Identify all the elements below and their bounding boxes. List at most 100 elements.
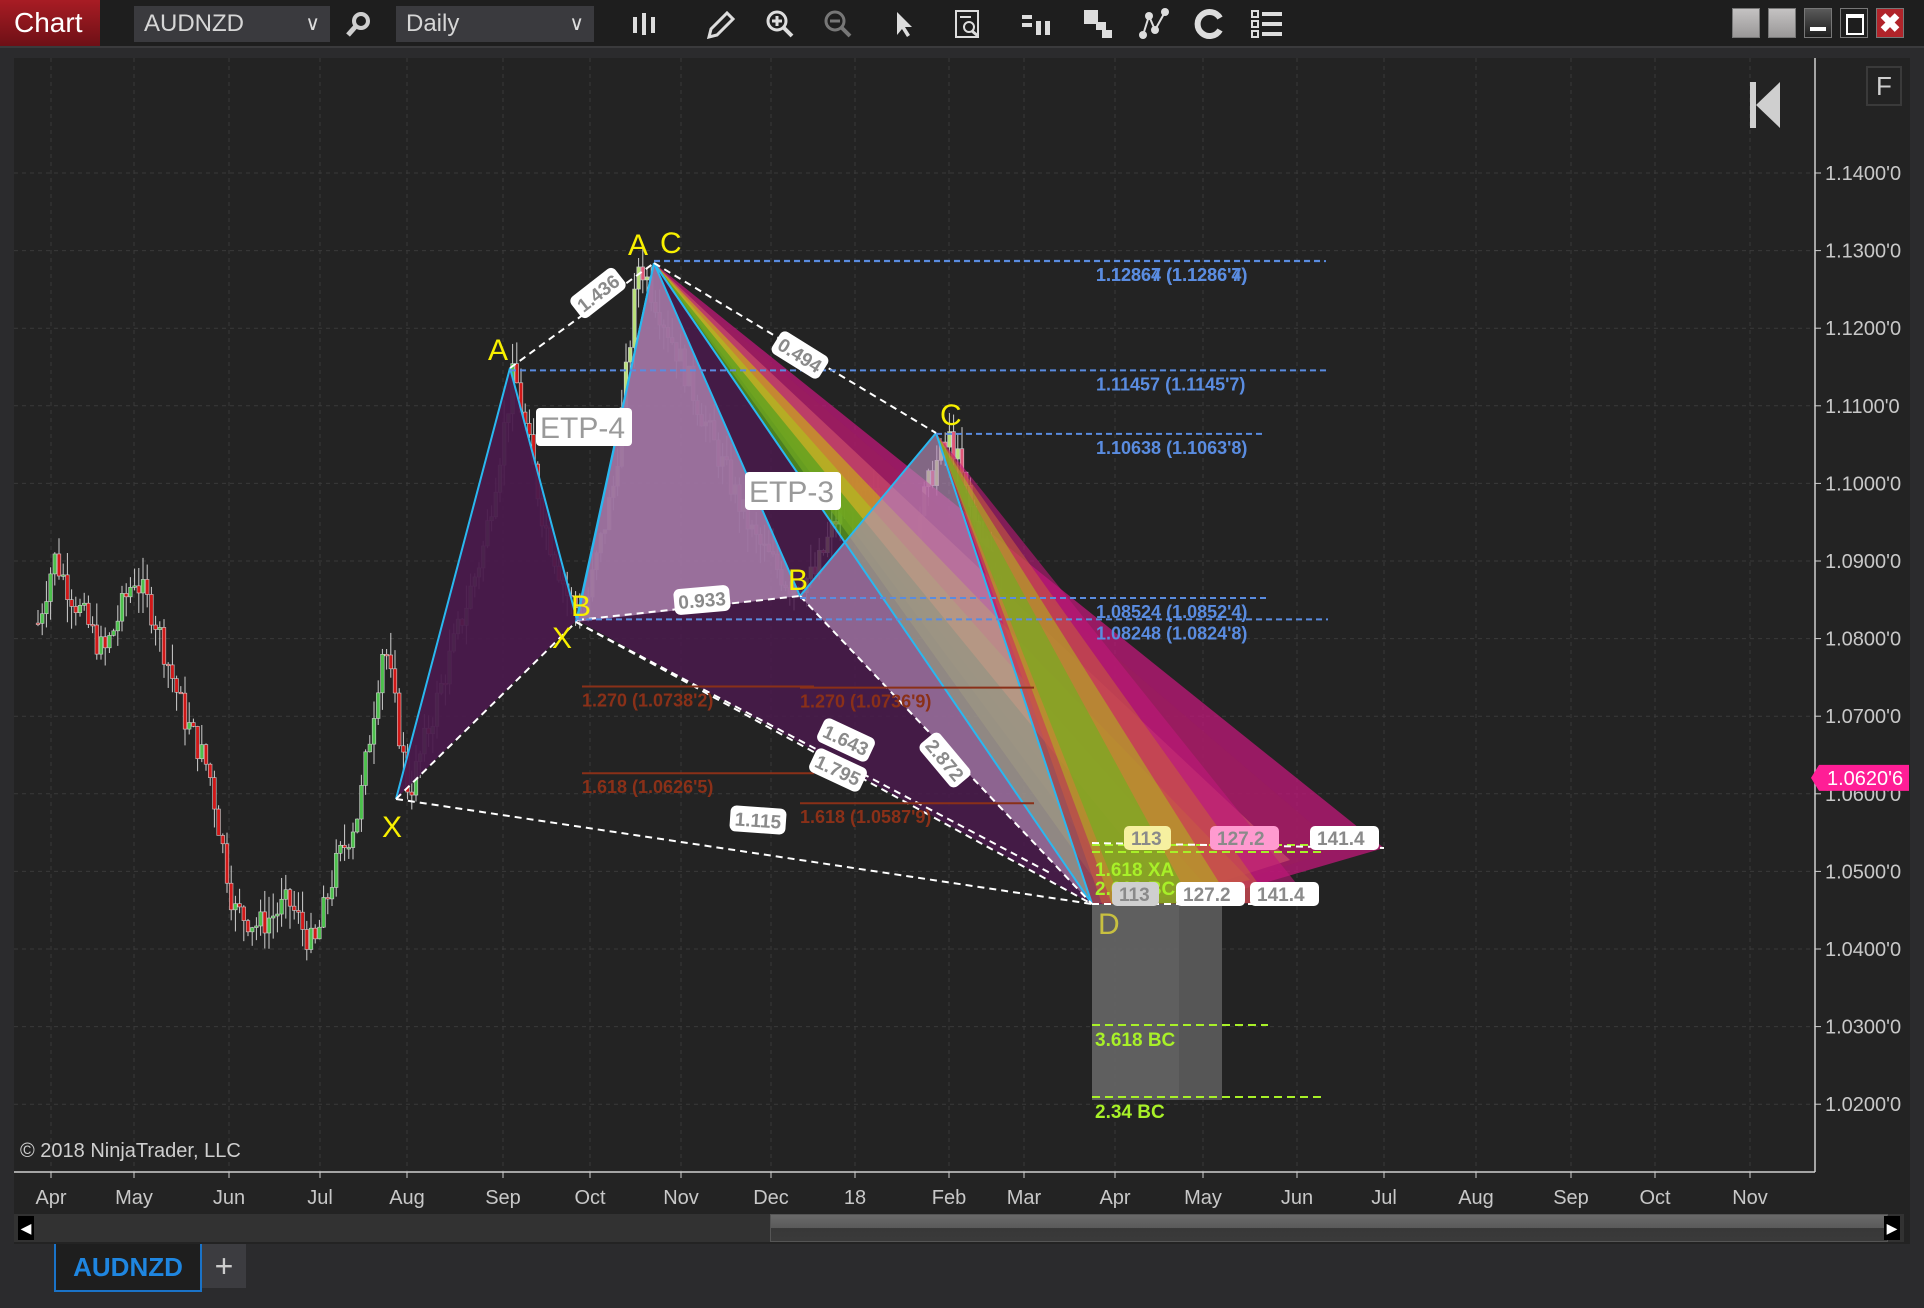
- close-button[interactable]: ✖: [1876, 8, 1904, 38]
- pattern-point-label-c: C: [940, 399, 962, 432]
- add-tab-button[interactable]: +: [202, 1244, 246, 1288]
- candle-body: [212, 777, 217, 810]
- tile-window-button[interactable]: [1768, 8, 1796, 38]
- candle-body: [94, 624, 99, 655]
- candle-body: [955, 448, 960, 460]
- time-tick-label: Apr: [1099, 1187, 1130, 1209]
- maximize-button[interactable]: [1840, 8, 1868, 38]
- candle-body: [145, 579, 150, 595]
- zoom-in-icon[interactable]: [764, 8, 796, 40]
- flag-button[interactable]: F: [1866, 66, 1902, 106]
- interval-selector[interactable]: Daily ∨: [396, 6, 594, 42]
- refresh-icon[interactable]: [1194, 8, 1226, 40]
- price-tick-label: 1.0900'0: [1825, 551, 1901, 573]
- tile-window-button[interactable]: [1732, 8, 1760, 38]
- candle-body: [119, 593, 125, 622]
- candle-body: [250, 927, 255, 933]
- candle-body: [44, 601, 49, 615]
- chart-panel[interactable]: 1.12864 (1.1286'4) 1.12867 (1.1286'7) 1.11…: [14, 58, 1910, 1248]
- price-tick-label: 1.1400'0: [1825, 163, 1901, 185]
- candle-body: [178, 691, 183, 695]
- maximize-icon: [1846, 14, 1864, 35]
- price-tick-label: 1.0400'0: [1825, 939, 1901, 961]
- scrollbar-thumb[interactable]: [770, 1214, 1888, 1242]
- tab-label: AUDNZD: [73, 1252, 183, 1282]
- candle-body: [254, 925, 259, 928]
- candle-body: [271, 915, 276, 919]
- minimize-button[interactable]: [1804, 8, 1832, 38]
- indicators-icon[interactable]: [1138, 8, 1170, 40]
- candle-body: [191, 722, 196, 727]
- draw-pencil-icon[interactable]: [704, 8, 736, 40]
- scroll-left-button[interactable]: ◀: [18, 1216, 34, 1240]
- candle-body: [65, 574, 70, 600]
- candle-body: [98, 636, 104, 655]
- fib-level-label: 1.12867 (1.1286'7): [1096, 265, 1247, 285]
- pointer-icon[interactable]: [888, 8, 920, 40]
- scroll-left-icon: ◀: [20, 1220, 32, 1236]
- candle-body: [367, 743, 372, 753]
- fib-level-label-brown: 1.270 (1.0736'9): [800, 692, 931, 712]
- candle-body: [90, 624, 95, 627]
- fib-level-label: 1.08248 (1.0824'8): [1096, 623, 1247, 643]
- toolbar: Chart AUDNZD ∨ Daily ∨ ✖: [0, 0, 1924, 48]
- candle-body: [187, 722, 192, 730]
- candle-body: [233, 903, 238, 911]
- candle-body: [195, 726, 200, 760]
- candle-body: [371, 718, 377, 745]
- candle-body: [203, 744, 209, 765]
- target-zone-box: [1179, 904, 1222, 1100]
- candle-body: [86, 602, 91, 625]
- fib-level-label: 1.10638 (1.1063'8): [1096, 438, 1247, 458]
- candle-body: [107, 635, 112, 649]
- candle-body: [220, 835, 225, 845]
- candle-body: [401, 745, 406, 753]
- time-tick-label: Dec: [753, 1187, 789, 1209]
- plus-icon: +: [214, 1248, 234, 1284]
- candle-body: [170, 664, 175, 679]
- candle-body: [258, 911, 263, 927]
- instrument-selector[interactable]: AUDNZD ∨: [134, 6, 330, 42]
- candle-body: [73, 606, 78, 614]
- price-tick-label: 1.1200'0: [1825, 318, 1901, 340]
- candle-body: [82, 602, 87, 606]
- target-level-label: 1.618 XA: [1095, 860, 1174, 881]
- scroll-to-start-icon[interactable]: [1750, 82, 1780, 128]
- time-tick-label: Jul: [307, 1187, 333, 1209]
- time-tick-label: Aug: [389, 1187, 425, 1209]
- candle-body: [111, 630, 116, 636]
- zoom-out-icon[interactable]: [822, 8, 854, 40]
- time-tick-label: Jun: [1281, 1187, 1313, 1209]
- templates-icon[interactable]: [1082, 8, 1114, 40]
- candle-body: [56, 553, 62, 577]
- scroll-right-button[interactable]: ▶: [1884, 1216, 1900, 1240]
- tab-audnzd[interactable]: AUDNZD: [54, 1244, 202, 1292]
- candle-body: [229, 882, 234, 911]
- time-tick-label: Sep: [1553, 1187, 1589, 1209]
- candle-body: [166, 663, 171, 667]
- candle-body: [40, 613, 45, 624]
- data-box-icon[interactable]: [952, 8, 984, 40]
- price-tick-label: 1.0500'0: [1825, 861, 1901, 883]
- properties-list-icon[interactable]: [1250, 8, 1282, 40]
- extension-tag-text: 113: [1119, 885, 1150, 906]
- candle-body: [124, 593, 129, 598]
- candle-body: [632, 288, 637, 348]
- strategies-icon[interactable]: [1020, 8, 1052, 40]
- horizontal-scrollbar[interactable]: ◀ ▶: [14, 1214, 1904, 1242]
- candle-body: [245, 920, 251, 933]
- search-icon[interactable]: [342, 8, 374, 40]
- bars-type-icon[interactable]: [628, 8, 660, 40]
- pattern-point-label-x: X: [382, 811, 402, 844]
- interval-value: Daily: [406, 10, 460, 37]
- price-chart[interactable]: 1.12864 (1.1286'4)1.12867 (1.1286'7)1.11…: [14, 58, 1910, 1214]
- candle-body: [132, 585, 137, 588]
- pattern-name-label: ETP-4: [540, 412, 625, 445]
- candle-body: [136, 585, 141, 594]
- time-tick-label: Apr: [35, 1187, 66, 1209]
- pattern-point-label-x: X: [552, 622, 572, 655]
- pattern-point-label-c: C: [660, 227, 682, 260]
- time-tick-label: Oct: [574, 1187, 606, 1209]
- candle-body: [397, 692, 402, 747]
- minimize-icon: [1810, 27, 1826, 31]
